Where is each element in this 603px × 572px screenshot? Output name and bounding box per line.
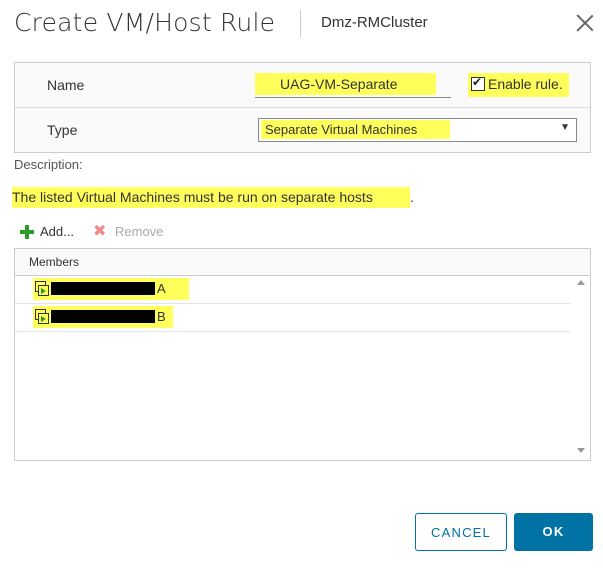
remove-button: ✖ Remove xyxy=(93,223,183,241)
redacted-vm-name xyxy=(51,310,155,323)
vm-name-suffix: A xyxy=(157,281,166,296)
ok-button[interactable]: OK xyxy=(514,513,593,551)
cluster-name: Dmz-RMCluster xyxy=(321,14,428,31)
cancel-button[interactable]: CANCEL xyxy=(415,513,507,551)
vm-name-suffix: B xyxy=(157,309,166,324)
name-field[interactable]: UAG-VM-Separate xyxy=(255,69,451,98)
plus-icon xyxy=(20,225,34,239)
scroll-down-icon[interactable] xyxy=(577,448,585,453)
name-value: UAG-VM-Separate xyxy=(255,73,436,95)
redacted-vm-name xyxy=(51,282,155,295)
remove-label: Remove xyxy=(115,224,164,239)
add-label: Add... xyxy=(40,224,74,239)
add-button[interactable]: Add... xyxy=(20,223,90,241)
scroll-up-icon[interactable] xyxy=(577,280,585,285)
members-table: Members A B xyxy=(14,248,591,461)
vm-icon xyxy=(35,281,49,296)
table-row[interactable]: B xyxy=(15,304,571,332)
description-text: The listed Virtual Machines must be run … xyxy=(12,187,410,208)
type-select-value: Separate Virtual Machines xyxy=(261,120,450,139)
type-select[interactable]: Separate Virtual Machines ▼ xyxy=(258,118,577,142)
name-label: Name xyxy=(47,77,85,93)
name-row: Name UAG-VM-Separate Enable rule. xyxy=(15,63,590,108)
type-label: Type xyxy=(47,122,78,138)
scrollbar[interactable] xyxy=(572,276,590,459)
title-divider xyxy=(300,10,301,37)
members-header: Members xyxy=(15,249,590,276)
members-column-label: Members xyxy=(29,255,80,269)
table-row[interactable]: A xyxy=(15,276,571,304)
x-icon: ✖ xyxy=(93,223,107,240)
checkbox-checked-icon xyxy=(471,75,485,91)
chevron-down-icon: ▼ xyxy=(560,122,570,133)
enable-rule-checkbox[interactable]: Enable rule. xyxy=(468,73,569,97)
dialog-title: Create VM/Host Rule xyxy=(14,8,276,37)
rule-form: Name UAG-VM-Separate Enable rule. Type S… xyxy=(14,62,591,153)
close-icon[interactable] xyxy=(572,10,598,36)
description-label: Description: xyxy=(14,157,83,172)
vm-icon xyxy=(35,309,49,324)
enable-rule-label: Enable rule. xyxy=(488,76,563,92)
description-text-end: . xyxy=(410,189,414,205)
